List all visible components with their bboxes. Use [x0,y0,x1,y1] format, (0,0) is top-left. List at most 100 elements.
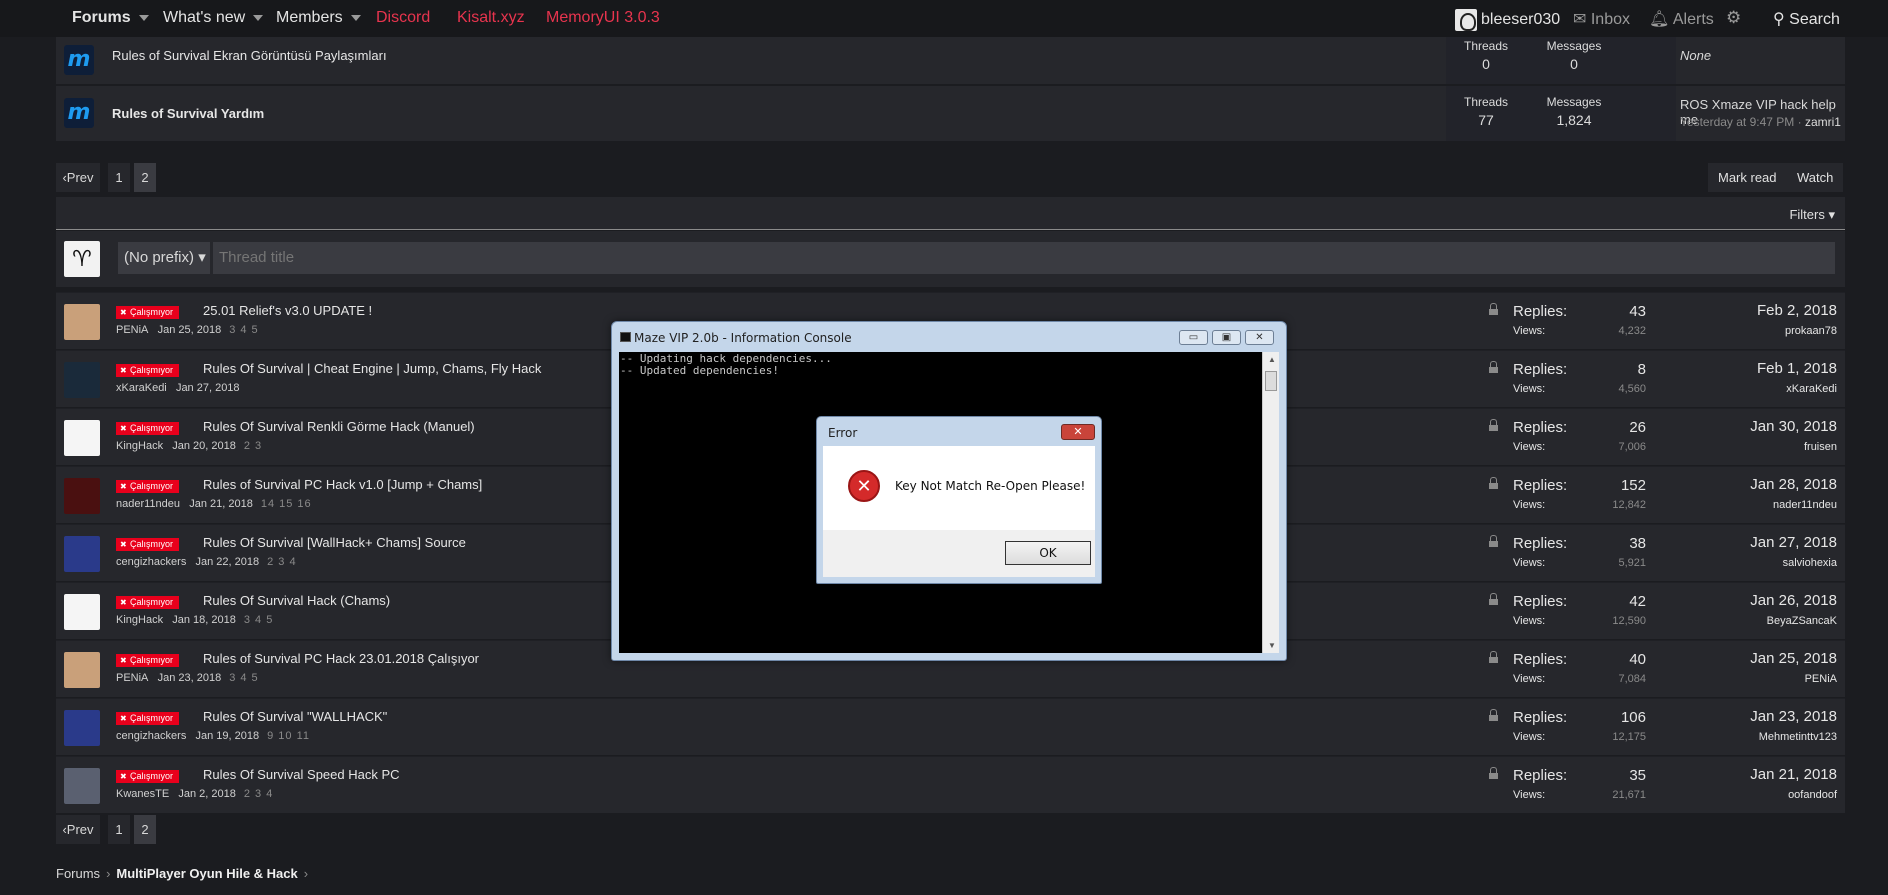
last-post-date[interactable]: Jan 28, 2018 [1750,476,1837,493]
thread-author[interactable]: nader11ndeu [116,498,180,510]
nav-whats-new[interactable]: What's new [163,9,264,27]
thread-title[interactable]: 25.01 Relief's v3.0 UPDATE ! [203,303,372,318]
thread-title[interactable]: Rules of Survival PC Hack 23.01.2018 Çal… [203,651,479,666]
status-badge[interactable]: Çalışmıyor [116,422,180,435]
close-button[interactable]: ✕ [1061,424,1095,440]
avatar[interactable] [64,536,100,572]
status-badge[interactable]: Çalışmıyor [116,538,180,551]
avatar[interactable] [64,304,100,340]
page-1[interactable]: 1 [108,163,130,192]
thread-author[interactable]: KwanesTE [116,788,169,800]
thread-pages[interactable]: 2 3 4 [267,556,296,568]
avatar[interactable] [64,594,100,630]
filters-button[interactable]: Filters ▾ [1789,207,1835,223]
status-badge[interactable]: Çalışmıyor [116,596,180,609]
scroll-up-icon[interactable]: ▲ [1268,355,1276,364]
chevron-down-icon[interactable] [253,14,264,21]
page-2[interactable]: 2 [134,815,156,844]
thread-author[interactable]: xKaraKedi [116,382,167,394]
thread-title[interactable]: Rules Of Survival "WALLHACK" [203,709,387,724]
last-post-date[interactable]: Jan 26, 2018 [1750,592,1837,609]
close-button[interactable]: ✕ [1245,330,1274,345]
last-post-user[interactable]: fruisen [1804,441,1837,453]
last-post-user[interactable]: oofandoof [1788,789,1837,801]
thread-pages[interactable]: 2 3 4 [244,788,273,800]
prefix-select[interactable]: (No prefix) ▾ [118,242,210,274]
prev-button[interactable]: ‹Prev [56,815,100,844]
nav-memoryui[interactable]: MemoryUI 3.0.3 [546,9,660,27]
thread-pages[interactable]: 3 4 5 [229,672,258,684]
status-badge[interactable]: Çalışmıyor [116,364,180,377]
avatar[interactable] [64,478,100,514]
thread-author[interactable]: cengizhackers [116,556,186,568]
last-post-date[interactable]: Jan 21, 2018 [1750,766,1837,783]
breadcrumb-section[interactable]: MultiPlayer Oyun Hile & Hack [116,866,297,881]
thread-title-input[interactable] [213,242,1835,274]
node-last-user[interactable]: zamri1 [1805,115,1841,129]
thread-title[interactable]: Rules Of Survival | Cheat Engine | Jump,… [203,361,541,376]
last-post-date[interactable]: Feb 1, 2018 [1757,360,1837,377]
status-badge[interactable]: Çalışmıyor [116,712,180,725]
last-post-user[interactable]: nader11ndeu [1773,499,1837,511]
thread-author[interactable]: PENiA [116,324,148,336]
last-post-date[interactable]: Jan 30, 2018 [1750,418,1837,435]
page-2[interactable]: 2 [134,163,156,192]
page-1[interactable]: 1 [108,815,130,844]
maximize-button[interactable]: ▣ [1212,330,1241,345]
thread-author[interactable]: KingHack [116,440,163,452]
nav-discord[interactable]: Discord [376,9,430,27]
thread-pages[interactable]: 14 15 16 [261,498,312,510]
avatar[interactable] [64,768,100,804]
scroll-thumb[interactable] [1265,371,1277,391]
user-menu[interactable]: bleeser030 [1455,9,1560,31]
avatar[interactable] [64,652,100,688]
breadcrumb-forums[interactable]: Forums [56,866,100,881]
node-title[interactable]: Rules of Survival Ekran Görüntüsü Paylaş… [112,48,387,63]
last-post-user[interactable]: BeyaZSancaK [1767,615,1837,627]
thread-title[interactable]: Rules Of Survival Hack (Chams) [203,593,390,608]
thread-pages[interactable]: 2 3 [244,440,262,452]
last-post-date[interactable]: Jan 25, 2018 [1750,650,1837,667]
avatar[interactable] [64,420,100,456]
watch-button[interactable]: Watch [1787,163,1844,192]
nav-inbox[interactable]: ✉ Inbox [1573,9,1630,29]
last-post-date[interactable]: Jan 23, 2018 [1750,708,1837,725]
thread-author[interactable]: KingHack [116,614,163,626]
nav-alerts[interactable]: 🔔︎ Alerts [1649,9,1714,29]
nav-forums[interactable]: Forums [72,9,149,27]
mark-read-button[interactable]: Mark read [1708,163,1787,192]
thread-author[interactable]: cengizhackers [116,730,186,742]
status-badge[interactable]: Çalışmıyor [116,770,180,783]
status-badge[interactable]: Çalışmıyor [116,306,180,319]
avatar[interactable] [64,710,100,746]
ok-button[interactable]: OK [1005,541,1091,565]
scroll-down-icon[interactable]: ▼ [1268,641,1276,650]
nav-members[interactable]: Members [276,9,361,27]
thread-pages[interactable]: 9 10 11 [267,730,310,742]
gear-icon[interactable]: ⚙ [1726,8,1741,28]
last-post-date[interactable]: Feb 2, 2018 [1757,302,1837,319]
thread-title[interactable]: Rules Of Survival Speed Hack PC [203,767,400,782]
thread-title[interactable]: Rules of Survival PC Hack v1.0 [Jump + C… [203,477,482,492]
status-badge[interactable]: Çalışmıyor [116,480,180,493]
prev-button[interactable]: ‹Prev [56,163,100,192]
last-post-date[interactable]: Jan 27, 2018 [1750,534,1837,551]
nav-kisalt[interactable]: Kisalt.xyz [457,9,525,27]
scrollbar[interactable]: ▲ ▼ [1262,352,1279,653]
nav-search[interactable]: ⚲ Search [1773,9,1840,29]
chevron-down-icon[interactable] [350,14,361,21]
thread-pages[interactable]: 3 4 5 [229,324,258,336]
last-post-user[interactable]: Mehmetinttv123 [1759,731,1837,743]
thread-author[interactable]: PENiA [116,672,148,684]
chevron-down-icon[interactable] [138,14,149,21]
thread-pages[interactable]: 3 4 5 [244,614,273,626]
last-post-user[interactable]: prokaan78 [1785,325,1837,337]
node-title[interactable]: Rules of Survival Yardım [112,106,264,121]
thread-title[interactable]: Rules Of Survival [WallHack+ Chams] Sour… [203,535,466,550]
last-post-user[interactable]: PENiA [1805,673,1837,685]
status-badge[interactable]: Çalışmıyor [116,654,180,667]
last-post-user[interactable]: xKaraKedi [1786,383,1837,395]
avatar[interactable] [64,362,100,398]
minimize-button[interactable]: ▭ [1179,330,1208,345]
thread-title[interactable]: Rules Of Survival Renkli Görme Hack (Man… [203,419,475,434]
